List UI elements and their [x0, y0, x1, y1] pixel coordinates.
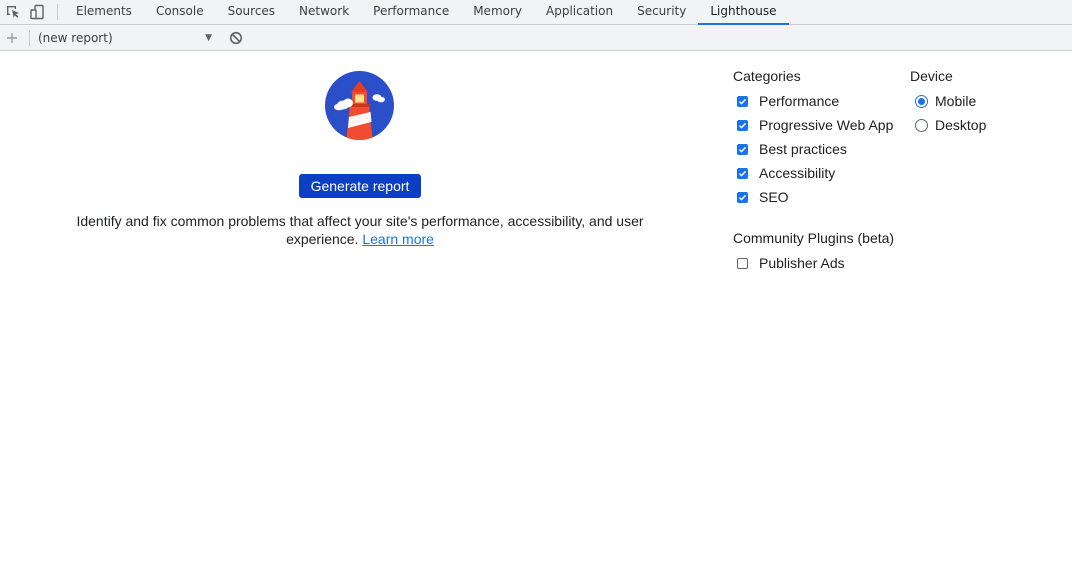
tab-performance[interactable]: Performance [361, 0, 461, 24]
device-title: Device [910, 68, 953, 84]
category-label: Best practices [759, 141, 847, 157]
toolbar-divider [29, 29, 30, 46]
plugin-label: Publisher Ads [759, 255, 845, 271]
lighthouse-toolbar: (new report) ▼ [0, 25, 1072, 51]
device-desktop[interactable]: Desktop [910, 116, 986, 134]
tab-memory[interactable]: Memory [461, 0, 534, 24]
dropdown-caret-icon: ▼ [205, 32, 212, 43]
device-toolbar-icon[interactable] [25, 0, 49, 24]
report-select-value: (new report) [38, 30, 113, 45]
categories-title: Categories [733, 68, 801, 84]
generate-report-button[interactable]: Generate report [299, 174, 421, 198]
checkbox-checked-icon[interactable] [737, 119, 748, 131]
tab-console[interactable]: Console [144, 0, 216, 24]
plugin-publisher-ads[interactable]: Publisher Ads [732, 254, 845, 272]
intro-text: Identify and fix common problems that af… [60, 212, 660, 248]
devtools-tab-bar: Elements Console Sources Network Perform… [0, 0, 1072, 25]
checkbox-unchecked-icon[interactable] [737, 257, 748, 269]
intro-description: Identify and fix common problems that af… [76, 213, 644, 247]
category-seo[interactable]: SEO [732, 188, 789, 206]
category-accessibility[interactable]: Accessibility [732, 164, 835, 182]
tab-sources[interactable]: Sources [216, 0, 287, 24]
checkbox-checked-icon[interactable] [737, 143, 748, 155]
plugins-title: Community Plugins (beta) [733, 230, 895, 246]
category-label: Accessibility [759, 165, 836, 181]
clear-icon[interactable] [224, 26, 248, 50]
lighthouse-logo [325, 71, 394, 140]
tab-elements[interactable]: Elements [64, 0, 144, 24]
plus-icon[interactable] [1, 25, 23, 51]
checkbox-checked-icon[interactable] [737, 167, 748, 179]
tab-lighthouse[interactable]: Lighthouse [698, 0, 789, 25]
device-label: Mobile [935, 93, 977, 109]
tab-application[interactable]: Application [534, 0, 625, 24]
device-mobile[interactable]: Mobile [910, 92, 976, 110]
category-performance[interactable]: Performance [732, 92, 839, 110]
radio-selected-icon[interactable] [915, 94, 928, 108]
inspect-element-icon[interactable] [1, 0, 25, 24]
category-label: Performance [759, 93, 840, 109]
category-pwa[interactable]: Progressive Web App [732, 116, 893, 134]
radio-unselected-icon[interactable] [915, 118, 928, 132]
checkbox-checked-icon[interactable] [737, 191, 748, 203]
tab-security[interactable]: Security [625, 0, 698, 24]
learn-more-link[interactable]: Learn more [362, 231, 434, 247]
category-best-practices[interactable]: Best practices [732, 140, 847, 158]
toolbar-divider [57, 4, 58, 20]
report-select[interactable]: (new report) ▼ [38, 27, 214, 49]
checkbox-checked-icon[interactable] [737, 95, 748, 107]
device-label: Desktop [935, 117, 987, 133]
tab-network[interactable]: Network [287, 0, 361, 24]
category-label: SEO [759, 189, 789, 205]
category-label: Progressive Web App [759, 117, 894, 133]
